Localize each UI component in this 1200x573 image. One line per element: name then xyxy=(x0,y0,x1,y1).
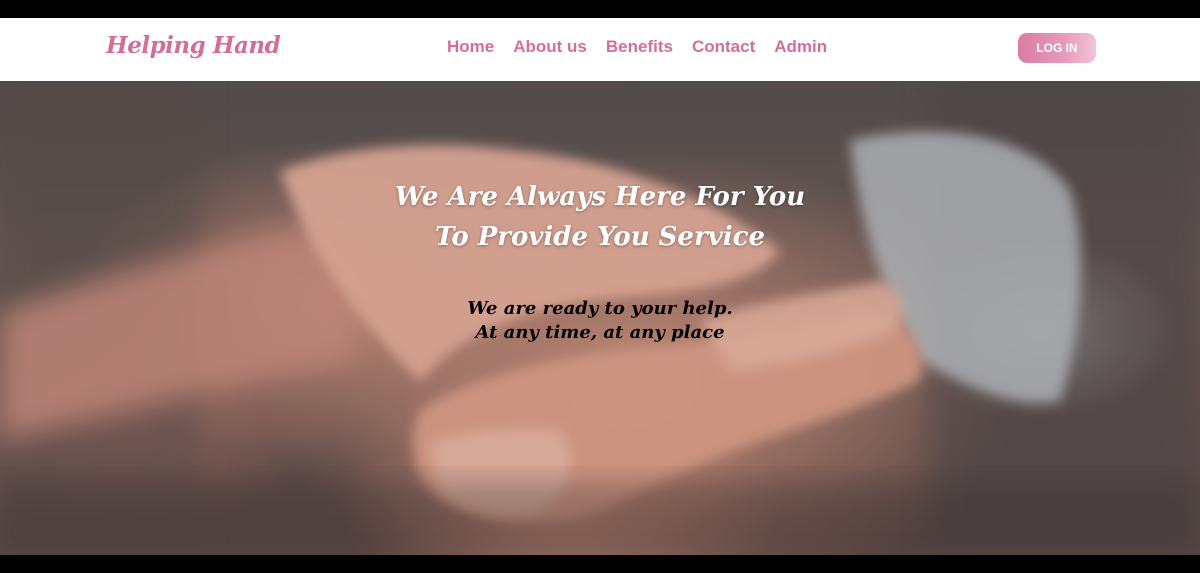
login-button[interactable]: LOG IN xyxy=(1018,33,1096,63)
browser-viewport: Helping Hand Home About us Benefits Cont… xyxy=(0,0,1200,573)
hero-title-line1: We Are Always Here For You xyxy=(394,182,806,212)
brand-logo[interactable]: Helping Hand xyxy=(106,32,281,59)
hero-title-line2: To Provide You Service xyxy=(434,222,766,252)
hero-section: We Are Always Here For You To Provide Yo… xyxy=(0,81,1200,555)
nav-link-about-us[interactable]: About us xyxy=(513,37,587,57)
hero-subtitle: We are ready to your help. At any time, … xyxy=(300,297,900,345)
nav-link-benefits[interactable]: Benefits xyxy=(606,37,673,57)
hero-title: We Are Always Here For You To Provide Yo… xyxy=(300,177,900,257)
nav-link-contact[interactable]: Contact xyxy=(692,37,755,57)
hero-subtitle-line1: We are ready to your help. xyxy=(467,298,733,319)
nav-link-admin[interactable]: Admin xyxy=(774,37,827,57)
hero-subtitle-line2: At any time, at any place xyxy=(475,322,725,343)
main-nav: Home About us Benefits Contact Admin xyxy=(447,37,827,57)
top-navbar: Helping Hand Home About us Benefits Cont… xyxy=(0,18,1200,81)
nav-link-home[interactable]: Home xyxy=(447,37,494,57)
